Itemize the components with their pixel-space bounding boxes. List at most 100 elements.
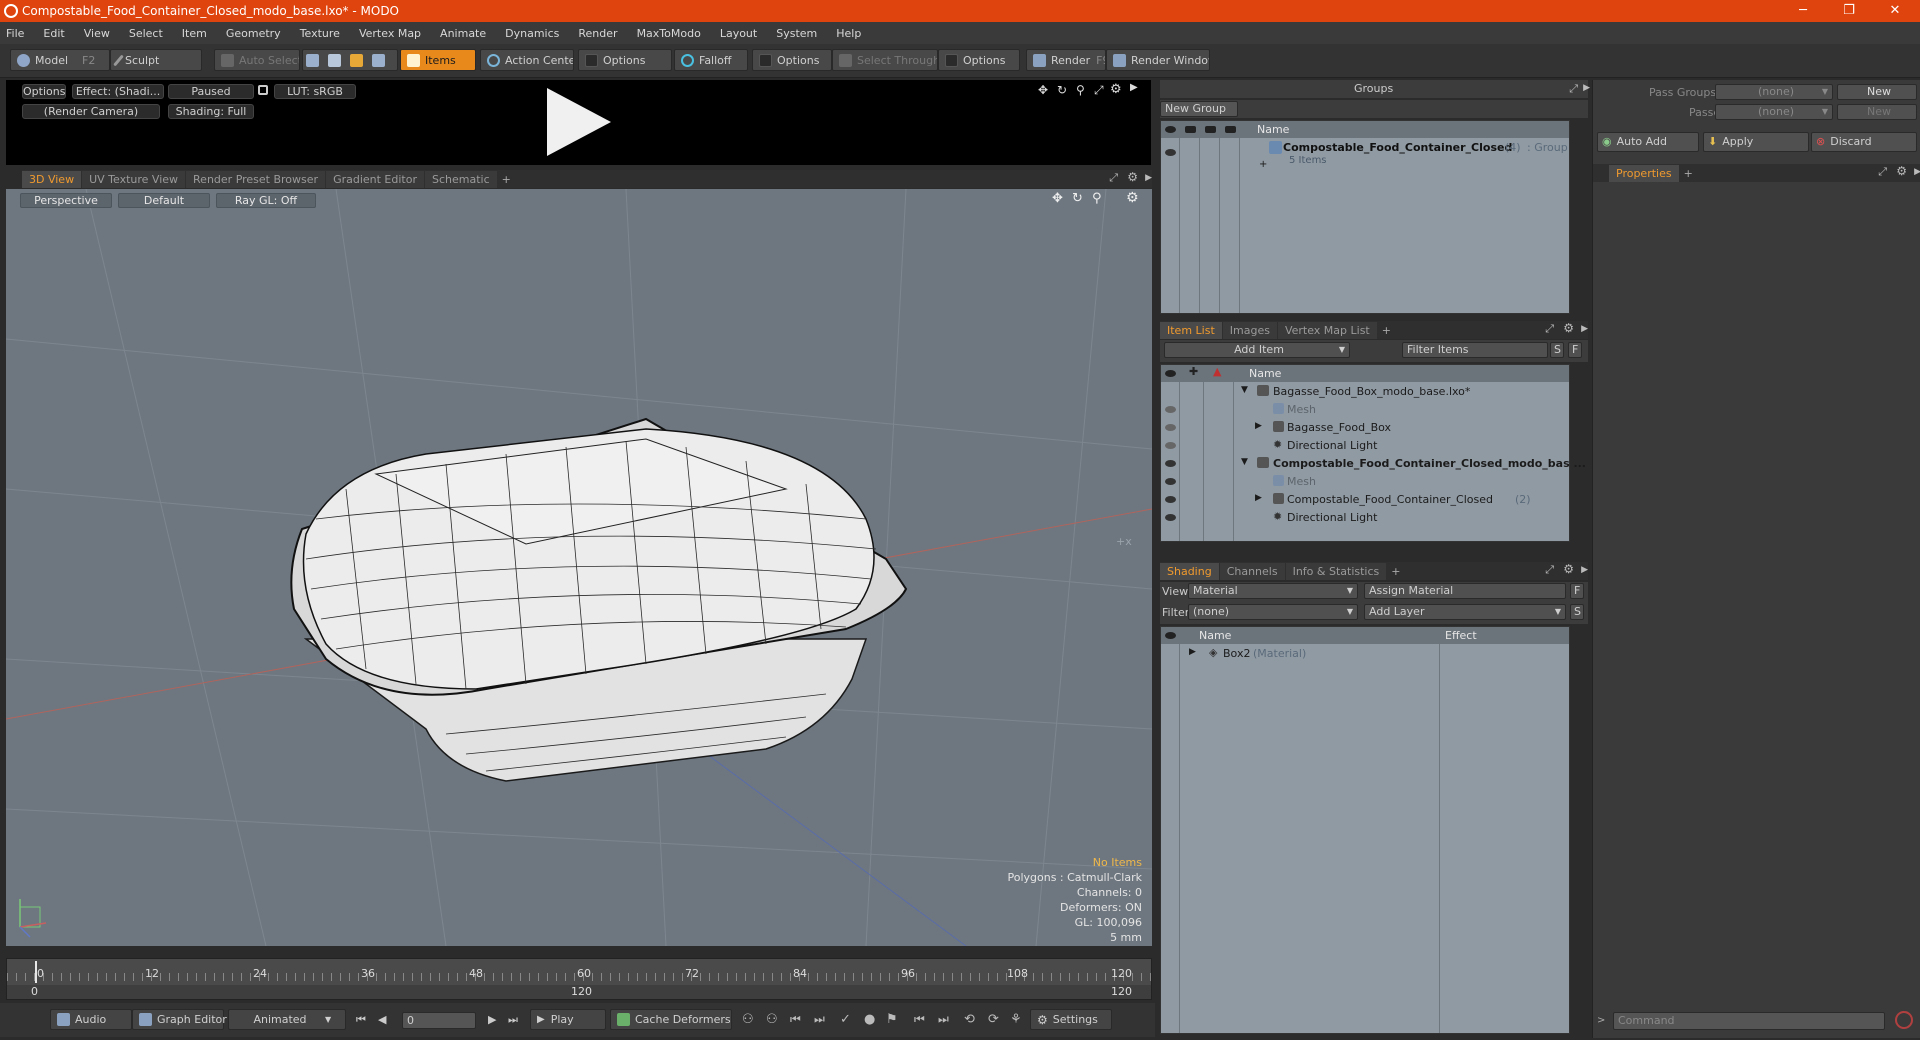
filter-dropdown[interactable]: (none) ▼ (1188, 604, 1358, 620)
add-tab-icon[interactable]: + (1684, 165, 1693, 182)
gear-icon[interactable]: ⚙ (1127, 170, 1138, 184)
menu-texture[interactable]: Texture (300, 27, 340, 40)
collapse-icon[interactable]: ▼ (1241, 385, 1248, 395)
menu-render[interactable]: Render (578, 27, 617, 40)
expand-icon[interactable]: ▶ (1255, 421, 1262, 431)
shading-default-button[interactable]: Default (118, 193, 210, 208)
step-back-icon[interactable]: ◀ (378, 1013, 386, 1026)
gear-icon[interactable]: ⚙ (1126, 190, 1139, 206)
ray-gl-button[interactable]: Ray GL: Off (216, 193, 316, 208)
tab-channels[interactable]: Channels (1219, 563, 1285, 580)
menu-view[interactable]: View (84, 27, 110, 40)
expand-panel-icon[interactable]: ⤢ (1545, 563, 1554, 577)
3d-viewport[interactable]: +x Perspective Default Ray GL: Off ✥ ↻ ⚲… (6, 189, 1152, 946)
sync-icon[interactable]: ⟳ (988, 1012, 999, 1027)
expand-view-icon[interactable]: ⤢ (1094, 83, 1104, 98)
view-dropdown[interactable]: Material ▼ (1188, 583, 1358, 599)
tab-info-statistics[interactable]: Info & Statistics (1285, 563, 1387, 580)
item-row-bagasse-food-box[interactable]: ▶ Bagasse_Food_Box (1161, 419, 1569, 437)
loop-icon[interactable]: ⟲ (964, 1012, 975, 1027)
skip-start-icon[interactable]: ⏮ (356, 1013, 366, 1027)
settings-button[interactable]: ⚙ Settings (1030, 1009, 1112, 1030)
auto-select-button[interactable]: Auto Select (214, 49, 300, 71)
action-center-options-button[interactable]: Options (578, 49, 672, 71)
add-item-dropdown[interactable]: Add Item ▼ (1164, 342, 1350, 358)
eye-icon[interactable] (1165, 478, 1176, 485)
chevron-right-icon[interactable]: ▶ (1130, 82, 1138, 93)
move-view-icon[interactable]: ✥ (1052, 191, 1063, 206)
menu-system[interactable]: System (776, 27, 817, 40)
zoom-view-icon[interactable]: ⚲ (1092, 191, 1102, 206)
new-group-button[interactable]: New Group (1160, 101, 1238, 117)
play-button[interactable]: ▶ Play (530, 1009, 606, 1030)
step-forward-icon[interactable]: ▶ (488, 1013, 496, 1026)
f-button[interactable]: F (1570, 583, 1584, 599)
menu-file[interactable]: File (6, 27, 24, 40)
tab-schematic[interactable]: Schematic (425, 171, 497, 188)
model-mode-button[interactable]: Model F2 (10, 49, 110, 71)
select-icon[interactable] (1205, 126, 1216, 133)
auto-key-icon[interactable]: ✓ (840, 1012, 851, 1027)
render-icon[interactable]: ▲ (1213, 365, 1221, 378)
tab-properties[interactable]: Properties (1609, 165, 1679, 182)
item-row-directional-light[interactable]: ✹ Directional Light (1161, 437, 1569, 455)
expand-panel-icon[interactable]: ⤢ (1878, 165, 1887, 179)
select-through-button[interactable]: Select Through (832, 49, 938, 71)
group-row[interactable]: + Compostable_Food_Container_Closed (4) … (1161, 139, 1569, 171)
expand-panel-icon[interactable]: ⤢ (1569, 82, 1578, 96)
close-button[interactable]: ✕ (1872, 0, 1918, 22)
polygons-mode-icon[interactable] (350, 53, 363, 67)
tab-3d-view[interactable]: 3D View (22, 171, 82, 188)
next-key-icon[interactable]: ⏭ (814, 1012, 825, 1027)
falloff-button[interactable]: Falloff (674, 49, 748, 71)
expand-icon[interactable]: ▶ (1255, 493, 1262, 503)
cache-deformers-button[interactable]: Cache Deformers (610, 1009, 732, 1030)
key-options-icon[interactable]: ⚇ (766, 1012, 778, 1027)
collapse-icon[interactable]: ▼ (1241, 457, 1248, 467)
eye-icon[interactable] (1165, 496, 1176, 503)
eye-icon[interactable] (1165, 370, 1176, 377)
chevron-right-icon[interactable]: ▶ (1914, 167, 1920, 177)
item-row-scene-bagasse[interactable]: ▼ Bagasse_Food_Box_modo_base.lxo* (1161, 383, 1569, 401)
menu-select[interactable]: Select (129, 27, 163, 40)
materials-mode-icon[interactable] (372, 53, 385, 67)
eye-icon[interactable] (1165, 632, 1176, 639)
chevron-right-icon[interactable]: ▶ (1581, 324, 1588, 334)
assign-material-button[interactable]: Assign Material (1364, 583, 1566, 599)
key-icon[interactable]: ⚇ (742, 1012, 754, 1027)
auto-add-button[interactable]: ◉ Auto Add (1597, 132, 1699, 152)
edges-mode-icon[interactable] (328, 53, 341, 67)
item-row-mesh[interactable]: Mesh (1161, 401, 1569, 419)
render-camera-button[interactable]: (Render Camera) (22, 104, 160, 119)
tab-item-list[interactable]: Item List (1160, 322, 1222, 339)
record-command-icon[interactable] (1895, 1011, 1913, 1029)
preview-paused-button[interactable]: Paused (168, 84, 254, 99)
menu-item[interactable]: Item (182, 27, 207, 40)
pass-groups-dropdown[interactable]: (none) ▼ (1715, 84, 1833, 100)
add-tab-icon[interactable]: + (502, 171, 511, 188)
tab-render-preset-browser[interactable]: Render Preset Browser (186, 171, 326, 188)
falloff-options-button[interactable]: Options (752, 49, 832, 71)
key-filter-icon[interactable]: ⚑ (886, 1012, 898, 1027)
tab-images[interactable]: Images (1222, 322, 1277, 339)
command-input[interactable]: Command (1613, 1012, 1885, 1030)
preview-effect-button[interactable]: Effect: (Shadi... (72, 84, 164, 99)
menu-dynamics[interactable]: Dynamics (505, 27, 559, 40)
filter-items-input[interactable]: Filter Items (1402, 342, 1548, 358)
expand-icon[interactable]: + (1259, 159, 1267, 170)
rotate-view-icon[interactable]: ↻ (1057, 83, 1067, 97)
chevron-right-icon[interactable]: ▶ (1581, 565, 1588, 575)
tab-shading[interactable]: Shading (1160, 563, 1219, 580)
item-row-compostable-container[interactable]: ▶ Compostable_Food_Container_Closed (2) (1161, 491, 1569, 509)
add-layer-dropdown[interactable]: Add Layer ▼ (1364, 604, 1566, 620)
rotate-view-icon[interactable]: ↻ (1072, 191, 1083, 206)
chevron-right-icon[interactable]: ▶ (1583, 83, 1590, 93)
passes-dropdown[interactable]: (none) ▼ (1715, 104, 1833, 120)
eye-icon[interactable] (1165, 460, 1176, 467)
render-window-button[interactable]: Render Window (1106, 49, 1210, 71)
filter-button[interactable]: F (1568, 342, 1582, 358)
items-mode-button[interactable]: Items (400, 49, 476, 71)
menu-geometry[interactable]: Geometry (226, 27, 281, 40)
eye-icon[interactable] (1165, 126, 1176, 133)
s-button[interactable]: S (1570, 604, 1584, 620)
